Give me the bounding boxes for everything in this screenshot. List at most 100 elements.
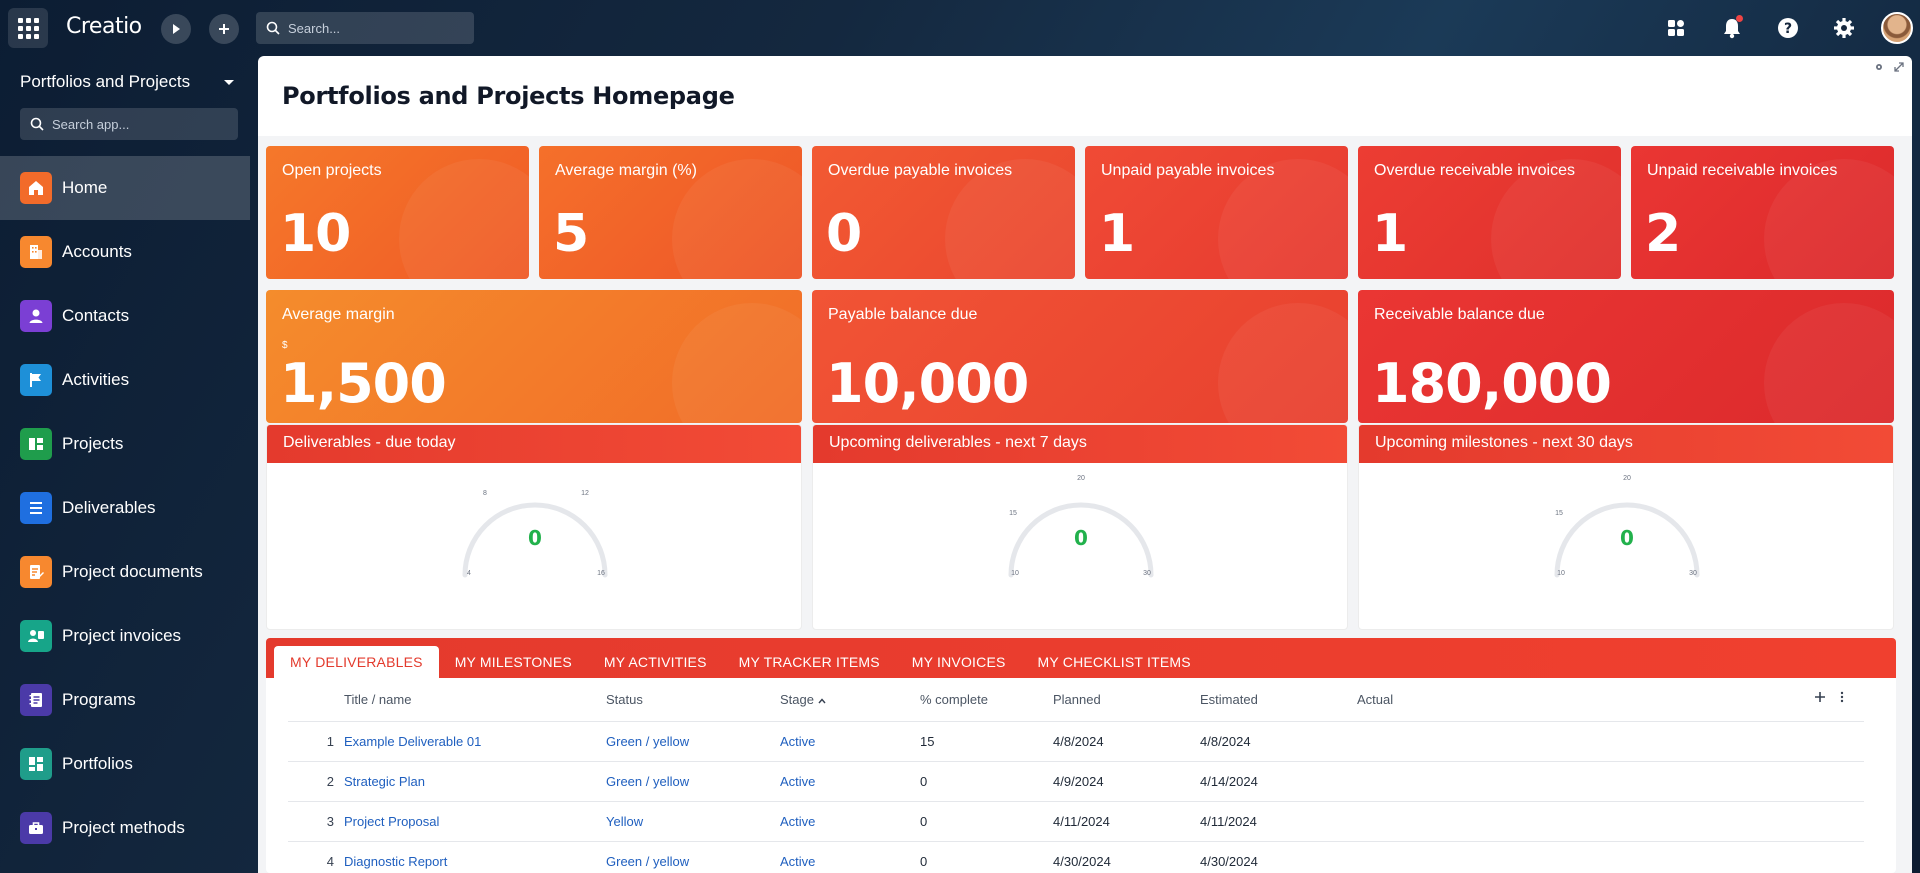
gauge-value: 0 — [1620, 526, 1634, 550]
kpi-value: 5 — [553, 204, 589, 264]
table-row[interactable]: 3 Project Proposal Yellow Active 0 4/11/… — [288, 802, 1864, 842]
column-header-estimated[interactable]: Estimated — [1200, 692, 1357, 707]
row-number: 3 — [326, 814, 334, 829]
page-title: Portfolios and Projects Homepage — [282, 82, 735, 110]
row-title-link[interactable]: Example Deliverable 01 — [344, 734, 606, 749]
app-title: Portfolios and Projects — [20, 72, 191, 91]
gauge-title: Upcoming milestones - next 30 days — [1359, 425, 1893, 463]
kpi-label: Payable balance due — [828, 306, 978, 323]
sidebar-item-project-methods[interactable]: Project methods — [0, 796, 250, 860]
kpi-average-margin[interactable]: Average margin $ 1,500 — [266, 290, 802, 423]
sidebar-item-programs[interactable]: Programs — [0, 668, 250, 732]
sidebar-item-label: Project invoices — [62, 626, 182, 645]
gauge-tick: 15 — [1009, 510, 1017, 517]
row-title-link[interactable]: Strategic Plan — [344, 774, 606, 789]
gauge-chart: 0 10 15 20 30 — [1008, 475, 1154, 578]
tab-my-tracker-items[interactable]: MY TRACKER ITEMS — [723, 646, 896, 678]
kpi-receivable-balance-due[interactable]: Receivable balance due 180,000 — [1358, 290, 1894, 423]
sidebar-item-home[interactable]: Home — [0, 156, 250, 220]
column-header-planned[interactable]: Planned — [1053, 692, 1200, 707]
briefcase-icon — [20, 812, 52, 844]
kpi-average-margin-percent[interactable]: Average margin (%) 5 — [539, 146, 802, 279]
tab-my-invoices[interactable]: MY INVOICES — [896, 646, 1022, 678]
app-search[interactable] — [20, 108, 238, 140]
column-header-title[interactable]: Title / name — [344, 692, 606, 707]
sidebar-item-label: Project methods — [62, 818, 185, 837]
tab-my-deliverables[interactable]: MY DELIVERABLES — [274, 646, 439, 678]
row-status-link[interactable]: Green / yellow — [606, 774, 780, 789]
gauge-upcoming-milestones[interactable]: Upcoming milestones - next 30 days 0 10 … — [1358, 424, 1894, 630]
table-row[interactable]: 1 Example Deliverable 01 Green / yellow … — [288, 722, 1864, 762]
tab-my-activities[interactable]: MY ACTIVITIES — [588, 646, 723, 678]
kpi-unpaid-payable-invoices[interactable]: Unpaid payable invoices 1 — [1085, 146, 1348, 279]
sidebar-item-project-documents[interactable]: Project documents — [0, 540, 250, 604]
kpi-label: Average margin (%) — [555, 162, 697, 179]
kpi-value: 1,500 — [280, 352, 447, 415]
kpi-open-projects[interactable]: Open projects 10 — [266, 146, 529, 279]
global-search[interactable] — [256, 12, 474, 44]
sidebar-item-label: Programs — [62, 690, 136, 709]
dashboard-area: Open projects 10 Average margin (%) 5 Ov… — [258, 136, 1912, 873]
kpi-overdue-receivable-invoices[interactable]: Overdue receivable invoices 1 — [1358, 146, 1621, 279]
sidebar-item-deliverables[interactable]: Deliverables — [0, 476, 250, 540]
kpi-overdue-payable-invoices[interactable]: Overdue payable invoices 0 — [812, 146, 1075, 279]
plus-icon — [219, 24, 229, 34]
run-process-button[interactable] — [161, 14, 191, 44]
row-status-link[interactable]: Yellow — [606, 814, 780, 829]
main-panel: Portfolios and Projects Homepage Open pr… — [258, 56, 1912, 873]
column-header-stage[interactable]: Stage — [780, 692, 920, 707]
app-search-input[interactable] — [52, 116, 222, 132]
search-input[interactable] — [288, 20, 458, 36]
row-stage-link[interactable]: Active — [780, 814, 920, 829]
gauge-tick: 15 — [1555, 510, 1563, 517]
help-icon[interactable]: ? — [1774, 14, 1802, 42]
tab-my-milestones[interactable]: MY MILESTONES — [439, 646, 588, 678]
more-vertical-icon[interactable] — [1840, 691, 1844, 703]
row-status-link[interactable]: Green / yellow — [606, 854, 780, 869]
row-title-link[interactable]: Project Proposal — [344, 814, 606, 829]
sidebar-item-label: Project documents — [62, 562, 203, 581]
gauge-deliverables-due-today[interactable]: Deliverables - due today 0 4 8 12 16 — [266, 424, 802, 630]
kpi-label: Overdue receivable invoices — [1374, 162, 1575, 179]
column-header-status[interactable]: Status — [606, 692, 780, 707]
expand-icon[interactable] — [1894, 62, 1904, 72]
gauge-upcoming-deliverables[interactable]: Upcoming deliverables - next 7 days 0 10… — [812, 424, 1348, 630]
add-row-icon[interactable] — [1814, 691, 1826, 703]
kpi-payable-balance-due[interactable]: Payable balance due 10,000 — [812, 290, 1348, 423]
user-avatar[interactable] — [1881, 12, 1913, 44]
gauge-tick: 20 — [1623, 475, 1631, 482]
gear-icon[interactable] — [1830, 14, 1858, 42]
row-stage-link[interactable]: Active — [780, 734, 920, 749]
bell-icon[interactable] — [1718, 14, 1746, 42]
row-stage-link[interactable]: Active — [780, 854, 920, 869]
column-header-percent-complete[interactable]: % complete — [920, 692, 1053, 707]
notification-dot — [1736, 15, 1743, 22]
column-header-label: Stage — [780, 692, 814, 707]
column-header-actual[interactable]: Actual — [1357, 692, 1557, 707]
row-estimated: 4/8/2024 — [1200, 734, 1251, 749]
row-number: 4 — [326, 854, 334, 869]
row-status-link[interactable]: Green / yellow — [606, 734, 780, 749]
kpi-label: Unpaid receivable invoices — [1647, 162, 1838, 179]
add-button[interactable] — [209, 14, 239, 44]
building-icon — [20, 236, 52, 268]
sidebar-item-accounts[interactable]: Accounts — [0, 220, 250, 284]
sidebar-item-activities[interactable]: Activities — [0, 348, 250, 412]
document-edit-icon — [20, 556, 52, 588]
apps-grid-icon[interactable] — [8, 8, 48, 48]
app-switcher[interactable]: Portfolios and Projects — [20, 72, 236, 92]
table-row[interactable]: 4 Diagnostic Report Green / yellow Activ… — [288, 842, 1864, 873]
dashboards-icon[interactable] — [1662, 14, 1690, 42]
gauge-tick: 16 — [597, 570, 605, 577]
sidebar-item-contacts[interactable]: Contacts — [0, 284, 250, 348]
sidebar-item-portfolios[interactable]: Portfolios — [0, 732, 250, 796]
settings-icon[interactable] — [1874, 62, 1884, 72]
kpi-unpaid-receivable-invoices[interactable]: Unpaid receivable invoices 2 — [1631, 146, 1894, 279]
kpi-value: 2 — [1645, 204, 1681, 264]
sidebar-item-projects[interactable]: Projects — [0, 412, 250, 476]
table-row[interactable]: 2 Strategic Plan Green / yellow Active 0… — [288, 762, 1864, 802]
row-stage-link[interactable]: Active — [780, 774, 920, 789]
row-title-link[interactable]: Diagnostic Report — [344, 854, 606, 869]
sidebar-item-project-invoices[interactable]: Project invoices — [0, 604, 250, 668]
tab-my-checklist-items[interactable]: MY CHECKLIST ITEMS — [1022, 646, 1207, 678]
